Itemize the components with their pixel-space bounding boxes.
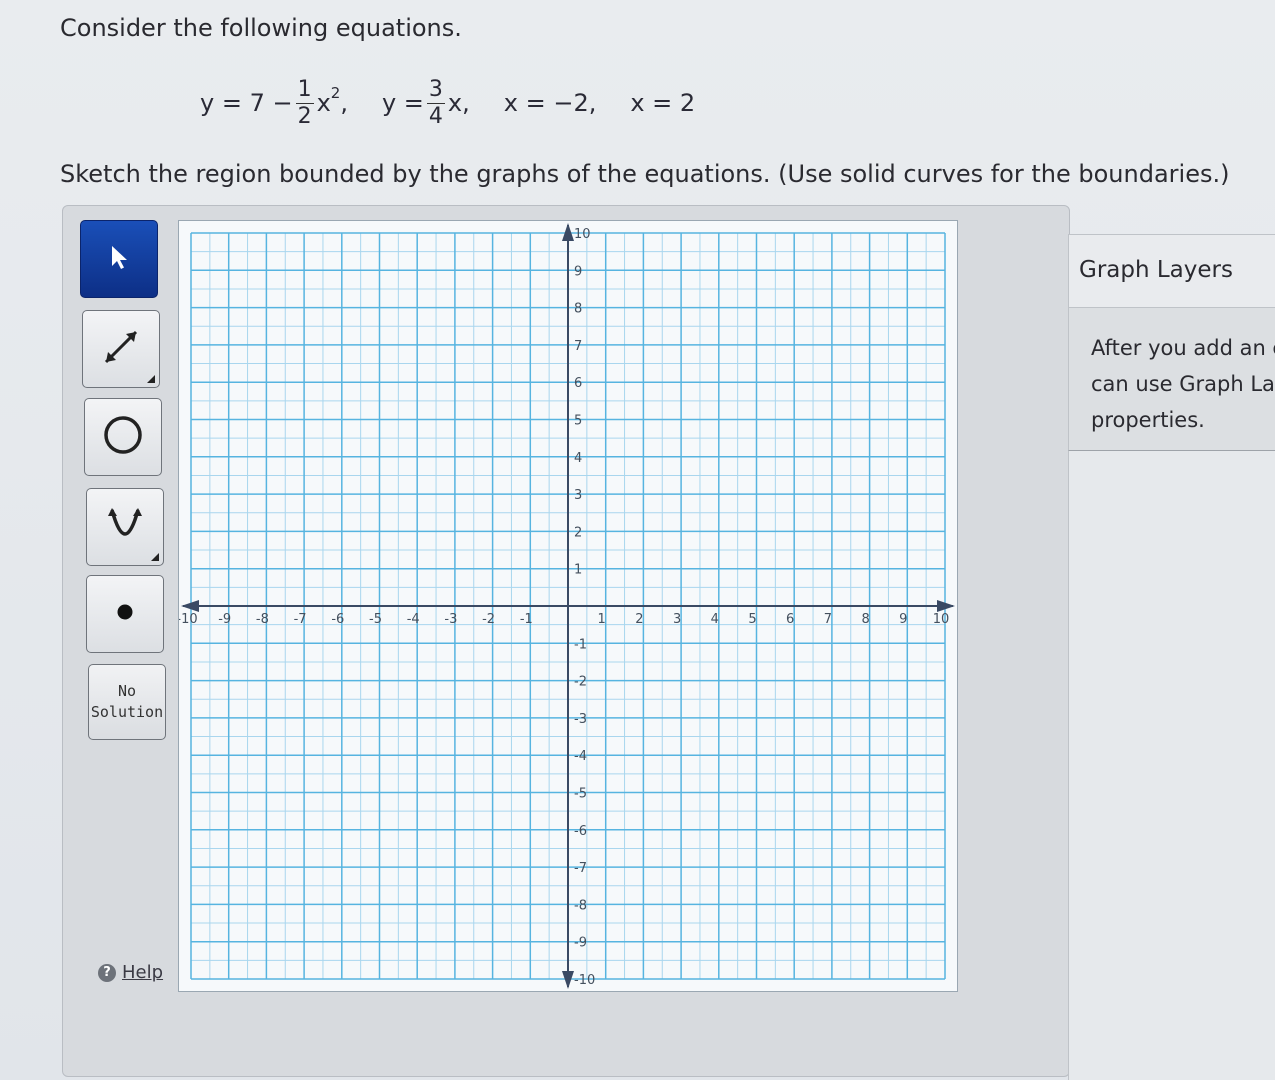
parabola-tool-button[interactable] <box>86 488 164 566</box>
fraction-numerator: 1 <box>295 76 314 104</box>
x-tick-label: 5 <box>748 612 756 627</box>
instructions: Sketch the region bounded by the graphs … <box>60 160 1230 188</box>
graph-layers-panel <box>1068 451 1275 1080</box>
graph-canvas[interactable]: -10 -9 -8 -7 -6 -5 -4 -3 -2 -1 1 2 3 4 5 6 7 8 9 10 10 9 8 7 6 5 4… <box>176 221 957 991</box>
y-tick-label: -8 <box>574 898 587 913</box>
submenu-indicator-icon <box>151 553 159 561</box>
help-icon: ? <box>98 963 116 982</box>
x-tick-label: -5 <box>369 612 382 627</box>
y-tick-label: 6 <box>574 376 582 391</box>
fraction-denominator: 4 <box>428 103 443 129</box>
y-tick-label: 8 <box>574 302 582 317</box>
graph-layers-message-line: properties. <box>1091 408 1205 432</box>
y-tick-label: 7 <box>574 339 582 354</box>
x-tick-label: -10 <box>179 612 198 627</box>
x-tick-label: 6 <box>786 612 794 627</box>
y-tick-label: -7 <box>574 861 587 876</box>
equation-left-bound: x = −2, <box>504 89 597 117</box>
equation-separator: , <box>340 89 348 117</box>
problem-prompt: Consider the following equations. <box>60 14 462 42</box>
y-tick-label: 4 <box>574 451 582 466</box>
x-tick-label: -6 <box>331 612 344 627</box>
y-axis-arrow-down <box>562 971 574 989</box>
parabola-tool-icon <box>100 500 150 554</box>
equation-lhs: y = 7 − <box>200 89 293 117</box>
line-tool-button[interactable] <box>82 310 160 388</box>
equation-line: y = 3 4 x , <box>382 77 470 130</box>
y-tick-label: 3 <box>574 488 582 503</box>
graph-layers-header[interactable]: Graph Layers <box>1068 234 1275 308</box>
submenu-indicator-icon <box>147 375 155 383</box>
y-axis-arrow-up <box>562 223 574 241</box>
circle-tool-icon <box>100 412 146 462</box>
y-tick-label: -6 <box>574 824 587 839</box>
equation-right-bound: x = 2 <box>630 89 695 117</box>
fraction-numerator: 3 <box>426 76 445 104</box>
equation-text: x = 2 <box>630 89 696 117</box>
y-tick-label: 5 <box>574 414 582 429</box>
equation-parabola: y = 7 − 1 2 x 2 , <box>200 77 348 130</box>
y-tick-label: -3 <box>574 712 587 727</box>
pointer-tool-button[interactable] <box>80 220 158 298</box>
x-tick-label: -1 <box>520 612 533 627</box>
y-tick-label: 10 <box>574 227 591 242</box>
point-tool-button[interactable] <box>86 575 164 653</box>
y-tick-label: -9 <box>574 936 587 951</box>
x-tick-label: 9 <box>899 612 907 627</box>
y-tick-label: 2 <box>574 525 582 540</box>
no-solution-button[interactable]: No Solution <box>88 664 166 740</box>
equation-exponent: 2 <box>330 84 341 102</box>
equation-text: x = −2, <box>503 89 597 117</box>
x-tick-label: -2 <box>482 612 495 627</box>
point-tool-icon <box>115 602 135 626</box>
x-tick-label: -7 <box>294 612 307 627</box>
y-tick-label: -1 <box>574 637 587 652</box>
equation-list: y = 7 − 1 2 x 2 , y = 3 4 x , x = −2, x … <box>200 70 729 136</box>
x-tick-label: -4 <box>407 612 420 627</box>
graph-layers-message-line: can use Graph La <box>1091 372 1275 396</box>
x-tick-label: 10 <box>933 612 950 627</box>
pointer-arrow-icon <box>108 244 130 274</box>
help-link[interactable]: ? Help <box>98 962 163 983</box>
x-tick-label: 2 <box>635 612 643 627</box>
graph-area[interactable]: -10 -9 -8 -7 -6 -5 -4 -3 -2 -1 1 2 3 4 5 6 7 8 9 10 10 9 8 7 6 5 4… <box>176 220 958 992</box>
x-axis-arrow-left <box>181 600 199 612</box>
x-tick-label: -3 <box>444 612 457 627</box>
equation-variable: x <box>447 89 463 117</box>
x-tick-label: 3 <box>673 612 681 627</box>
y-tick-label: -2 <box>574 675 587 690</box>
circle-tool-button[interactable] <box>84 398 162 476</box>
equation-separator: , <box>462 89 470 117</box>
graph-layers-message: After you add an c can use Graph La prop… <box>1068 308 1275 451</box>
x-axis-arrow-right <box>937 600 955 612</box>
fraction: 1 2 <box>295 76 314 130</box>
fraction-denominator: 2 <box>297 103 312 129</box>
x-tick-label: -9 <box>218 612 231 627</box>
graph-toolbar: No Solution <box>80 220 170 990</box>
fraction: 3 4 <box>426 76 445 130</box>
x-tick-label: 1 <box>598 612 606 627</box>
graph-layers-message-line: After you add an c <box>1091 336 1275 360</box>
no-solution-label-line1: No <box>117 682 137 700</box>
y-tick-label: 1 <box>574 563 582 578</box>
no-solution-label-line2: Solution <box>90 703 164 721</box>
help-label: Help <box>122 962 164 983</box>
x-tick-label: 8 <box>861 612 869 627</box>
x-tick-label: -8 <box>256 612 269 627</box>
x-tick-label: 4 <box>711 612 719 627</box>
equation-variable: x <box>316 89 331 117</box>
y-tick-label: -10 <box>574 973 595 988</box>
y-tick-label: 9 <box>574 264 582 279</box>
y-tick-label: -4 <box>574 749 587 764</box>
y-tick-label: -5 <box>574 787 587 802</box>
graph-layers-title: Graph Layers <box>1079 257 1233 283</box>
line-tool-icon <box>96 322 146 376</box>
x-tick-label: 7 <box>824 612 832 627</box>
equation-lhs: y = <box>381 89 424 117</box>
